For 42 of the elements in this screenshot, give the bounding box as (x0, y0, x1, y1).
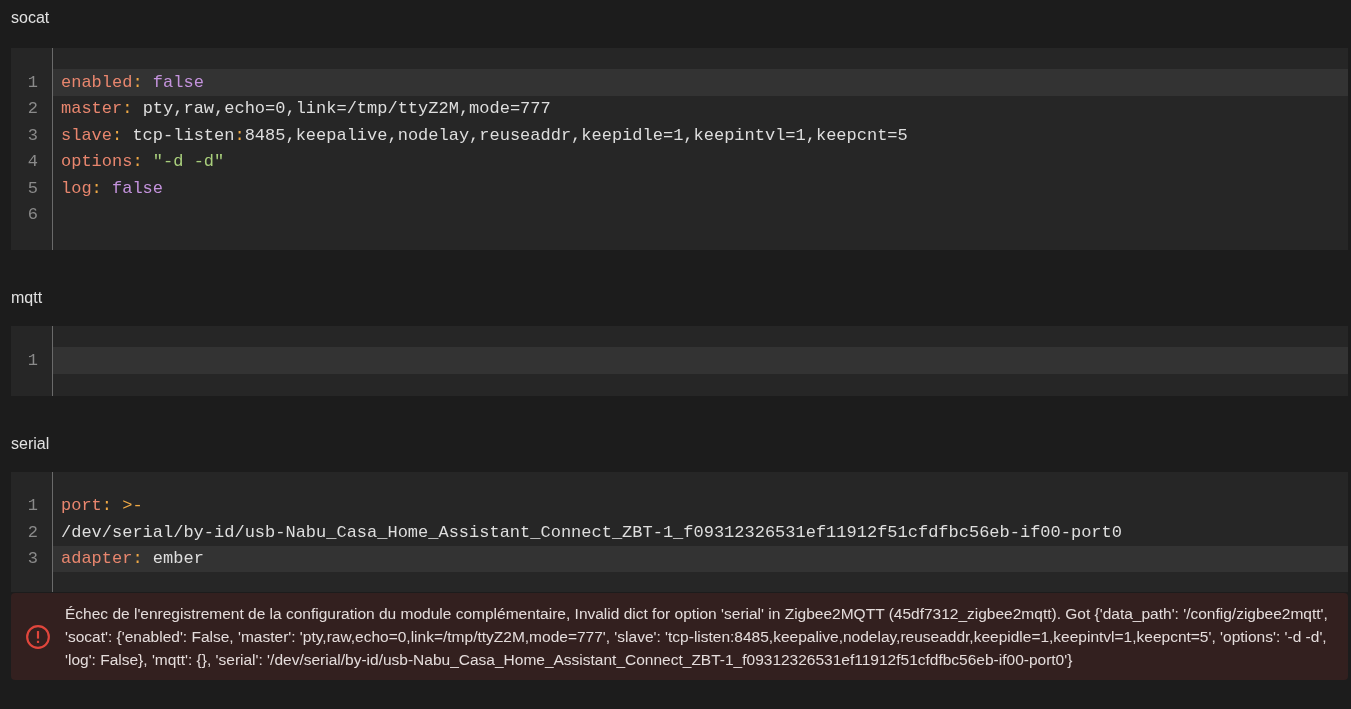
line-number: 1 (26, 495, 39, 517)
line-number: 5 (26, 177, 39, 200)
yaml-key: master (61, 96, 123, 122)
yaml-punctuation: : (101, 495, 113, 517)
yaml-key: log (61, 175, 92, 201)
section-title: mqtt (11, 288, 44, 308)
yaml-punctuation: : (132, 71, 144, 94)
yaml-key: adapter (61, 546, 133, 572)
code-editor[interactable]: 1 (11, 326, 1348, 396)
yaml-boolean: false (112, 177, 164, 200)
line-number: 1 (26, 349, 39, 372)
section-title: socat (11, 8, 51, 28)
error-message: Échec de l'enregistrement de la configuration du module complémentaire, Invalid dict for option 'serial' in Zigbee2MQTT (45df7312_zigbee2mqtt). Got {'data_path': '/config/zigbee2mqtt', 'socat': {'enabled': False, 'master': 'pty,raw,echo=0,link=/tmp/ttyZ2M,mode=777', 'slave': 'tcp-listen:8485,keepalive,nodelay,reuseaddr,keepidle=1,keepintvl=1,keepcnt=5', 'options': '-d -d', 'log': False}, 'mqtt': {}, 'serial': '/dev/serial/by-id/usb-Nabu_Casa_Home_Assistant_Connect_ZBT-1_f09312326531ef11912f51cfdfbc56eb-if00-port0'} (65, 604, 1329, 670)
yaml-key: enabled (61, 69, 133, 95)
yaml-value: pty,raw,echo=0,link=/tmp/ttyZ2M,mode=777 (142, 98, 551, 120)
yaml-key: port (61, 493, 102, 519)
yaml-key: options (61, 149, 133, 175)
section-title: serial (11, 433, 51, 454)
code-editor[interactable]: 1 enabled: false 2 master: pty,raw,echo=0,link=/tmp/ttyZ2M,mode=777 3 slave: tcp-listen:8485,keepalive,nodelay,reuseaddr,keepidle=1,keepintvl=1,keepcnt=5 4 options: "-d -d" 5 log: false 6 (11, 48, 1348, 250)
yaml-value: ember (152, 548, 204, 570)
line-number: 4 (26, 151, 39, 173)
line-number: 2 (26, 98, 39, 120)
line-number: 2 (26, 521, 39, 544)
yaml-punctuation: : (91, 177, 103, 200)
yaml-punctuation: : (112, 124, 124, 147)
line-number: 1 (26, 71, 39, 94)
yaml-value: tcp-listen (132, 124, 235, 147)
line-number: 6 (26, 204, 39, 226)
yaml-punctuation: : (234, 124, 245, 147)
error-icon (25, 623, 51, 650)
yaml-string: "-d -d" (152, 151, 225, 173)
yaml-key: slave (61, 122, 112, 148)
yaml-punctuation: : (132, 548, 144, 570)
yaml-boolean: false (152, 71, 204, 94)
yaml-value: /dev/serial/by-id/usb-Nabu_Casa_Home_Assistant_Connect_ZBT-1_f09312326531ef11912f51cfdfbc56eb-if00-port0 (61, 521, 1122, 544)
line-number: 3 (26, 124, 39, 147)
line-number: 3 (26, 548, 39, 570)
yaml-value: 8485,keepalive,nodelay,reuseaddr,keepidle=1,keepintvl=1,keepcnt=5 (244, 124, 908, 147)
yaml-indicator: >- (122, 495, 143, 517)
yaml-punctuation: : (122, 98, 134, 120)
yaml-punctuation: : (132, 151, 144, 173)
code-editor[interactable]: 1 port: >- 2 /dev/serial/by-id/usb-Nabu_Casa_Home_Assistant_Connect_ZBT-1_f09312326531ef11912f51cfdfbc56eb-if00-port0 3 adapter: ember (11, 471, 1348, 592)
